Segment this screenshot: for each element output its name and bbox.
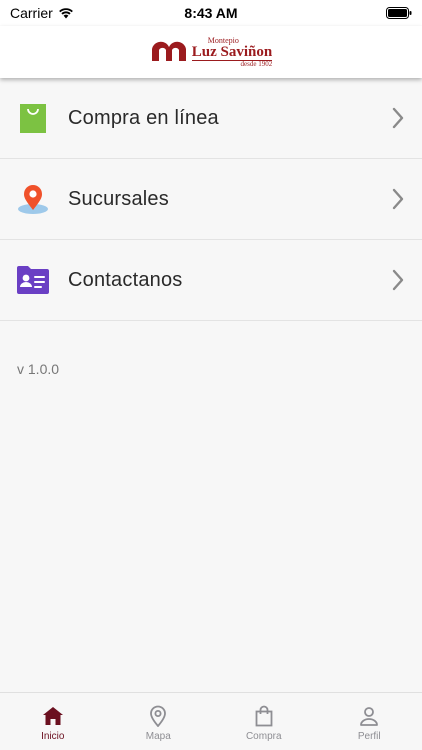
logo-emblem-icon: [151, 41, 186, 61]
main-menu: Compra en línea Sucursales Contactanos: [0, 78, 422, 321]
tab-label: Inicio: [41, 731, 65, 742]
tab-compra[interactable]: Compra: [211, 693, 317, 750]
menu-item-compra[interactable]: Compra en línea: [0, 78, 422, 159]
user-icon: [360, 707, 379, 726]
contact-card-icon: [16, 263, 50, 297]
app-header: Montepio Luz Saviñon desde 1902: [0, 26, 422, 78]
status-left: Carrier: [10, 5, 74, 21]
shopping-bag-icon: [16, 101, 50, 135]
tab-perfil[interactable]: Perfil: [317, 693, 422, 750]
menu-item-label: Compra en línea: [68, 106, 219, 129]
chevron-right-icon: [392, 107, 404, 129]
chevron-right-icon: [392, 188, 404, 210]
home-icon: [42, 707, 63, 725]
brand-logo: Montepio Luz Saviñon desde 1902: [150, 36, 273, 68]
menu-item-contactanos[interactable]: Contactanos: [0, 240, 422, 321]
menu-item-label: Contactanos: [68, 268, 183, 291]
bag-icon: [255, 705, 273, 727]
wifi-icon: [58, 8, 73, 19]
carrier-label: Carrier: [10, 5, 53, 21]
tab-label: Mapa: [145, 731, 171, 742]
logo-main-text: Luz Saviñon: [191, 43, 273, 61]
location-pin-icon: [16, 182, 50, 216]
tab-label: Compra: [245, 731, 282, 742]
battery-icon: [386, 7, 412, 19]
logo-text: Montepio Luz Saviñon desde 1902: [191, 36, 273, 68]
tab-label: Perfil: [357, 731, 381, 742]
tab-mapa[interactable]: Mapa: [106, 693, 212, 750]
menu-item-label: Sucursales: [68, 187, 169, 210]
tab-inicio[interactable]: Inicio: [0, 693, 106, 750]
chevron-right-icon: [392, 269, 404, 291]
menu-item-sucursales[interactable]: Sucursales: [0, 159, 422, 240]
logo-since-text: desde 1902: [240, 59, 273, 68]
tab-bar: Inicio Mapa Compra Perfil: [0, 692, 422, 750]
status-bar: Carrier 8:43 AM: [0, 0, 422, 26]
app-version: v 1.0.0: [17, 361, 60, 377]
map-pin-icon: [150, 705, 167, 727]
